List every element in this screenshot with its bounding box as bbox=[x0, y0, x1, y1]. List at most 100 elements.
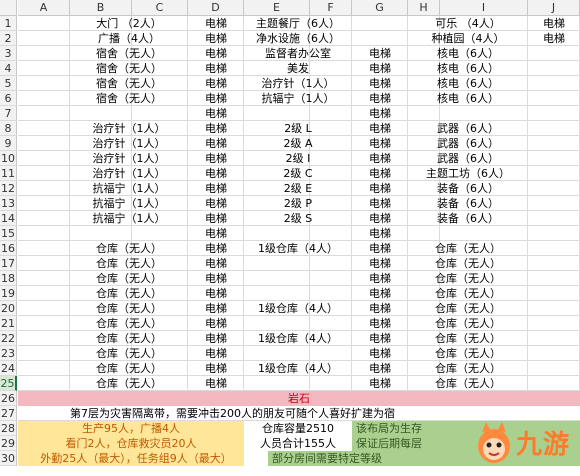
row-header[interactable]: 25 bbox=[0, 376, 17, 391]
row-header[interactable]: 24 bbox=[0, 361, 17, 376]
row-header[interactable]: 10 bbox=[0, 151, 17, 166]
cell-text-b: 抗福宁（1人） bbox=[92, 212, 166, 225]
cell-text-b: 仓库（无人） bbox=[96, 317, 162, 330]
grid-cell[interactable] bbox=[18, 331, 70, 346]
cell-text-g: 电梯 bbox=[369, 197, 391, 210]
grid-cell[interactable] bbox=[18, 151, 70, 166]
grid-cell[interactable] bbox=[18, 61, 70, 76]
note-text: 第7层为灾害隔离带，需要冲击200人的朋友可随个人喜好扩建为宿 bbox=[70, 407, 395, 420]
grid-cell[interactable] bbox=[18, 31, 70, 46]
cell-text-b: 仓库（无人） bbox=[96, 362, 162, 375]
row-header[interactable]: 20 bbox=[0, 301, 17, 316]
cell-text-h: 仓库（无人） bbox=[435, 257, 501, 270]
cell-text-g: 电梯 bbox=[369, 167, 391, 180]
row-header[interactable]: 17 bbox=[0, 256, 17, 271]
summary-layout-note: 该布局为生存 bbox=[356, 422, 422, 435]
cell-text-e: 1级仓库（4人） bbox=[258, 332, 338, 345]
column-header-d[interactable]: D bbox=[188, 0, 244, 16]
column-header-c[interactable]: C bbox=[132, 0, 188, 16]
grid-cell[interactable] bbox=[18, 316, 70, 331]
cell-text-e: 监督者办公室 bbox=[265, 47, 331, 60]
cell-text-g: 电梯 bbox=[369, 92, 391, 105]
row-header[interactable]: 26 bbox=[0, 391, 17, 406]
row-header[interactable]: 13 bbox=[0, 196, 17, 211]
column-header-g[interactable]: G bbox=[352, 0, 408, 16]
row-header[interactable]: 14 bbox=[0, 211, 17, 226]
row-header[interactable]: 27 bbox=[0, 406, 17, 421]
select-all-corner[interactable] bbox=[0, 0, 17, 16]
grid-cell[interactable] bbox=[18, 136, 70, 151]
cell-text-d: 电梯 bbox=[205, 362, 227, 375]
row-header[interactable]: 19 bbox=[0, 286, 17, 301]
grid-cell[interactable] bbox=[18, 91, 70, 106]
grid-cell[interactable] bbox=[18, 286, 70, 301]
grid-cell[interactable] bbox=[18, 196, 70, 211]
grid-cell[interactable] bbox=[18, 46, 70, 61]
row-header[interactable]: 23 bbox=[0, 346, 17, 361]
grid-cell[interactable] bbox=[18, 271, 70, 286]
cell-text-b: 仓库（无人） bbox=[96, 272, 162, 285]
column-header-b[interactable]: B bbox=[70, 0, 132, 16]
row-header[interactable]: 12 bbox=[0, 181, 17, 196]
row-header[interactable]: 15 bbox=[0, 226, 17, 241]
column-header-i[interactable]: I bbox=[440, 0, 528, 16]
grid-cell[interactable] bbox=[18, 76, 70, 91]
grid-cell[interactable] bbox=[18, 106, 70, 121]
row-header[interactable]: 3 bbox=[0, 46, 17, 61]
cell-text-b: 抗福宁（1人） bbox=[92, 197, 166, 210]
summary-guards: 看门2人，仓库救灾员20人 bbox=[65, 437, 197, 450]
column-header-f[interactable]: F bbox=[310, 0, 352, 16]
cell-text-d: 电梯 bbox=[205, 257, 227, 270]
row-header[interactable]: 11 bbox=[0, 166, 17, 181]
row-header[interactable]: 18 bbox=[0, 271, 17, 286]
cell-text-b: 宿舍（无人） bbox=[96, 92, 162, 105]
cell-text-b: 治疗针（1人） bbox=[92, 137, 166, 150]
grid-cell[interactable] bbox=[18, 346, 70, 361]
row-header[interactable]: 5 bbox=[0, 76, 17, 91]
grid-cell[interactable] bbox=[18, 211, 70, 226]
summary-total: 人员合计155人 bbox=[260, 437, 336, 450]
cell-text-b: 仓库（无人） bbox=[96, 257, 162, 270]
row-header[interactable]: 8 bbox=[0, 121, 17, 136]
column-header-e[interactable]: E bbox=[244, 0, 310, 16]
cell-text-d: 电梯 bbox=[205, 107, 227, 120]
cell-text-b: 仓库（无人） bbox=[96, 347, 162, 360]
row-header[interactable]: 7 bbox=[0, 106, 17, 121]
grid-cell[interactable] bbox=[18, 166, 70, 181]
row-header[interactable]: 29 bbox=[0, 436, 17, 451]
grid-cell[interactable] bbox=[18, 16, 70, 31]
row-header[interactable]: 1 bbox=[0, 16, 17, 31]
grid-cell[interactable] bbox=[18, 181, 70, 196]
row-header[interactable]: 4 bbox=[0, 61, 17, 76]
column-header-j[interactable]: J bbox=[528, 0, 580, 16]
cell-text-e: 主题餐厅（6人） bbox=[256, 17, 340, 30]
cell-text-j bbox=[528, 46, 580, 61]
grid-cell[interactable] bbox=[18, 361, 70, 376]
cell-text-e bbox=[244, 106, 352, 121]
row-header[interactable]: 2 bbox=[0, 31, 17, 46]
cell-text-e: 治疗针（1人） bbox=[261, 77, 335, 90]
grid-cell[interactable] bbox=[18, 241, 70, 256]
cell-text-g: 电梯 bbox=[369, 122, 391, 135]
row-header[interactable]: 6 bbox=[0, 91, 17, 106]
column-header-a[interactable]: A bbox=[18, 0, 70, 16]
grid-cell[interactable] bbox=[18, 256, 70, 271]
cell-text-g: 电梯 bbox=[369, 317, 391, 330]
cell-text-g: 电梯 bbox=[369, 62, 391, 75]
row-header[interactable]: 30 bbox=[0, 451, 17, 466]
row-header[interactable]: 22 bbox=[0, 331, 17, 346]
rock-label: 岩石 bbox=[288, 392, 310, 405]
cell-text-g: 电梯 bbox=[369, 377, 391, 390]
column-header-h[interactable]: H bbox=[408, 0, 440, 16]
row-header[interactable]: 16 bbox=[0, 241, 17, 256]
grid-cell[interactable] bbox=[18, 226, 70, 241]
grid-cell[interactable] bbox=[18, 121, 70, 136]
grid-cell[interactable] bbox=[18, 376, 70, 391]
row-header[interactable]: 21 bbox=[0, 316, 17, 331]
cell-text-b: 治疗针（1人） bbox=[92, 167, 166, 180]
row-header[interactable]: 9 bbox=[0, 136, 17, 151]
grid-cell[interactable] bbox=[18, 301, 70, 316]
cell-text-e bbox=[244, 226, 352, 241]
row-header[interactable]: 28 bbox=[0, 421, 17, 436]
cell-text-h: 仓库（无人） bbox=[435, 302, 501, 315]
